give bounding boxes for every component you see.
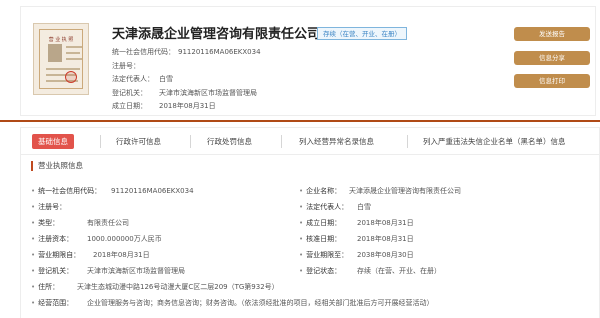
detail-label: 营业期限至： bbox=[299, 248, 348, 263]
detail-label: 登记机关： bbox=[31, 264, 73, 279]
status-badge: 存续（在营、开业、在册） bbox=[317, 27, 407, 40]
detail-label: 注册号： bbox=[31, 200, 66, 215]
license-text-line bbox=[66, 46, 82, 48]
print-info-button[interactable]: 信息打印 bbox=[514, 74, 590, 88]
tab-separator bbox=[190, 135, 191, 148]
license-text-line bbox=[66, 52, 80, 54]
detail-label: 成立日期： bbox=[299, 216, 341, 231]
section-title: 营业执照信息 bbox=[31, 161, 83, 171]
info-label: 注册号： bbox=[112, 61, 140, 70]
detail-label: 营业期限自： bbox=[31, 248, 80, 263]
tab-separator bbox=[281, 135, 282, 148]
license-title: 营 业 执 照 bbox=[48, 37, 74, 43]
info-value: 91120116MA06EKX034 bbox=[178, 48, 261, 56]
detail-value: 2018年08月31日 bbox=[93, 251, 150, 259]
detail-label: 类型： bbox=[31, 216, 59, 231]
detail-value: 1000.000000万人民币 bbox=[87, 235, 162, 243]
send-report-button[interactable]: 发送报告 bbox=[514, 27, 590, 41]
detail-label: 法定代表人： bbox=[299, 200, 348, 215]
info-value: 天津市滨海新区市场监督管理局 bbox=[159, 88, 257, 97]
license-border: 营 业 执 照 bbox=[39, 29, 83, 89]
detail-label: 企业名称： bbox=[299, 184, 341, 199]
info-row-credit-code: 统一社会信用代码： 91120116MA06EKX034 bbox=[112, 46, 261, 60]
detail-value: 91120116MA06EKX034 bbox=[111, 187, 194, 195]
info-value: 2018年08月31日 bbox=[159, 102, 216, 110]
detail-label: 住所： bbox=[31, 280, 59, 295]
company-name-title: 天津添晟企业管理咨询有限责任公司 bbox=[112, 27, 321, 42]
detail-label: 登记状态： bbox=[299, 264, 341, 279]
detail-value: 企业管理服务与咨询；商务信息咨询；财务咨询。（依法须经批准的项目，经相关部门批准… bbox=[87, 299, 434, 307]
detail-value: 天津添晟企业管理咨询有限责任公司 bbox=[349, 187, 461, 195]
share-info-button[interactable]: 信息分享 bbox=[514, 51, 590, 65]
info-value: 白雪 bbox=[159, 75, 173, 83]
company-summary-card: 营 业 执 照 天津添晟企业管理咨询有限责任公司 存续（在营、开业、在册） 统一… bbox=[20, 6, 596, 116]
summary-info-list: 统一社会信用代码： 91120116MA06EKX034 注册号： 法定代表人： 白… bbox=[112, 46, 261, 114]
info-row-established: 成立日期： 2018年08月31日 bbox=[112, 100, 261, 114]
info-label: 登记机关： bbox=[112, 88, 147, 97]
detail-value: 白雪 bbox=[357, 203, 371, 211]
info-label: 成立日期： bbox=[112, 102, 147, 110]
detail-value: 存续（在营、开业、在册） bbox=[357, 267, 441, 275]
tab-separator bbox=[100, 135, 101, 148]
tab-blacklist[interactable]: 列入严重违法失信企业名单（黑名单）信息 bbox=[423, 134, 566, 149]
detail-value: 天津市滨海新区市场监督管理局 bbox=[87, 267, 185, 275]
info-label: 法定代表人： bbox=[112, 75, 154, 83]
info-label: 统一社会信用代码： bbox=[112, 48, 175, 56]
tab-abnormal-list[interactable]: 列入经营异常名录信息 bbox=[299, 134, 374, 149]
detail-value: 2038年08月30日 bbox=[357, 251, 414, 259]
tab-admin-license[interactable]: 行政许可信息 bbox=[116, 134, 161, 149]
info-row-authority: 登记机关： 天津市滨海新区市场监督管理局 bbox=[112, 87, 261, 101]
detail-label: 经营范围： bbox=[31, 296, 73, 311]
tab-admin-penalty[interactable]: 行政处罚信息 bbox=[207, 134, 252, 149]
detail-label: 注册资本： bbox=[31, 232, 73, 247]
section-divider bbox=[0, 120, 600, 122]
detail-value: 天津生态城动漫中路126号动漫大厦C区二层209（TG第932号） bbox=[77, 283, 279, 291]
info-row-reg-no: 注册号： bbox=[112, 60, 261, 74]
license-photo bbox=[48, 44, 62, 62]
seal-icon bbox=[65, 71, 77, 83]
license-text-line bbox=[46, 68, 80, 70]
tab-bar: 基础信息 行政许可信息 行政处罚信息 列入经营异常名录信息 列入严重违法失信企业… bbox=[21, 128, 600, 155]
info-row-legal-rep: 法定代表人： 白雪 bbox=[112, 73, 261, 87]
tab-basic-info[interactable]: 基础信息 bbox=[32, 134, 74, 149]
detail-label: 统一社会信用代码： bbox=[31, 184, 101, 199]
business-license-thumbnail[interactable]: 营 业 执 照 bbox=[33, 23, 89, 95]
detail-label: 核准日期： bbox=[299, 232, 341, 247]
tab-separator bbox=[407, 135, 408, 148]
detail-value: 2018年08月31日 bbox=[357, 219, 414, 227]
detail-card: 基础信息 行政许可信息 行政处罚信息 列入经营异常名录信息 列入严重违法失信企业… bbox=[20, 127, 600, 318]
detail-value: 2018年08月31日 bbox=[357, 235, 414, 243]
detail-value: 有限责任公司 bbox=[87, 219, 129, 227]
license-text-line bbox=[66, 58, 82, 60]
